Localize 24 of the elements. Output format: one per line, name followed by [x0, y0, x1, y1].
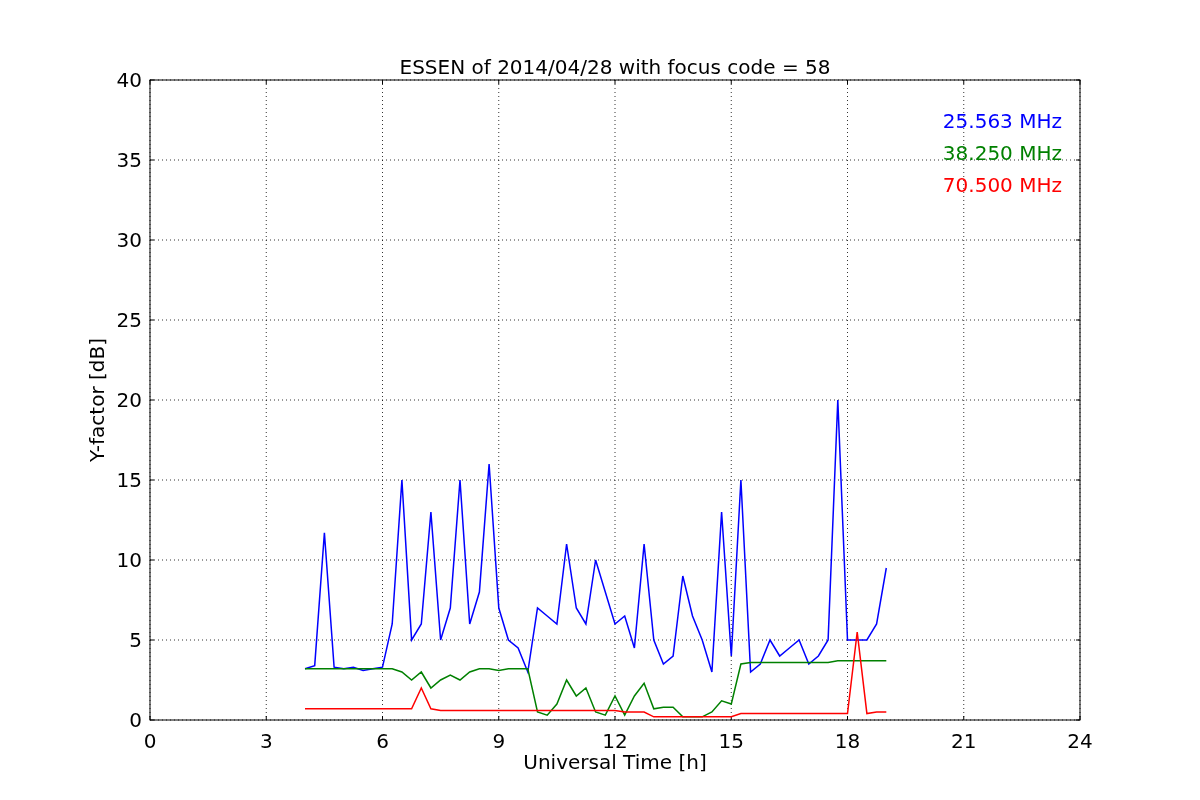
- tick-label: 30: [116, 228, 142, 252]
- tick-label: 6: [376, 729, 389, 753]
- tick-label: 15: [116, 468, 142, 492]
- tick-label: 0: [129, 708, 142, 732]
- legend-label: 38.250 MHz: [942, 141, 1062, 165]
- tick-label: 0: [143, 729, 157, 753]
- tick-label: 35: [116, 148, 142, 172]
- tick-label: 12: [602, 729, 628, 753]
- tick-label: 40: [116, 68, 142, 92]
- tick-label: 21: [951, 729, 977, 753]
- tick-label: 18: [834, 729, 861, 753]
- axis-label: Y-factor [dB]: [85, 338, 109, 462]
- tick-label: 9: [492, 729, 506, 753]
- tick-label: 20: [116, 388, 142, 412]
- tick-label: 24: [1067, 729, 1093, 753]
- tick-label: 10: [116, 548, 142, 572]
- legend-label: 70.500 MHz: [942, 173, 1062, 197]
- chart-title: ESSEN of 2014/04/28 with focus code = 58: [399, 55, 831, 79]
- tick-label: 5: [129, 628, 142, 652]
- tick-label: 25: [116, 308, 142, 332]
- axis-label: Universal Time [h]: [523, 750, 707, 774]
- tick-label: 15: [718, 729, 744, 753]
- tick-label: 3: [259, 729, 273, 753]
- legend-label: 25.563 MHz: [942, 109, 1062, 133]
